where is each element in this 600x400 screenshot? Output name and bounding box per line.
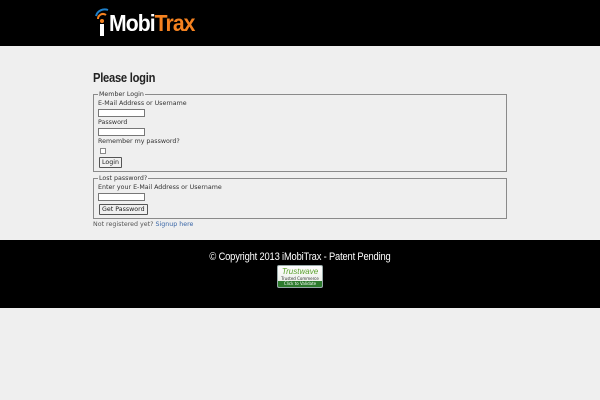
lost-email-input[interactable] (98, 193, 145, 201)
lost-password-fieldset: Lost password? Enter your E-Mail Address… (93, 175, 507, 219)
signup-link[interactable]: Signup here (155, 221, 193, 228)
trustwave-name: Trustwave (281, 267, 319, 276)
trustwave-validate: Click to Validate (278, 281, 322, 287)
register-line: Not registered yet? Signup here (93, 221, 507, 228)
password-input[interactable] (98, 128, 145, 136)
lost-password-legend: Lost password? (99, 175, 148, 182)
get-password-button[interactable]: Get Password (99, 204, 148, 215)
logo-trax: Trax (154, 10, 196, 36)
login-content: Please login Member Login E-Mail Address… (93, 70, 507, 228)
register-prefix: Not registered yet? (93, 221, 154, 228)
remember-password-label: Remember my password? (98, 138, 180, 145)
logo-wordmark: MobiTrax (109, 10, 195, 36)
logo-mobi: Mobi (109, 10, 156, 36)
member-login-fieldset: Member Login E-Mail Address or Username … (93, 91, 507, 172)
trustwave-badge[interactable]: Trustwave Trusted Commerce Click to Vali… (277, 265, 323, 288)
email-label: E-Mail Address or Username (98, 100, 187, 107)
email-username-input[interactable] (98, 109, 145, 117)
login-button[interactable]: Login (99, 157, 122, 168)
lost-email-label: Enter your E-Mail Address or Username (98, 184, 222, 191)
signal-icon (95, 8, 109, 36)
copyright-text: © Copyright 2013 iMobiTrax - Patent Pend… (209, 251, 391, 263)
member-login-legend: Member Login (99, 91, 144, 98)
imobitrax-logo[interactable]: MobiTrax (95, 6, 202, 38)
password-label: Password (98, 119, 128, 126)
page-title: Please login (93, 70, 156, 85)
site-header: MobiTrax (0, 0, 600, 46)
site-footer: © Copyright 2013 iMobiTrax - Patent Pend… (0, 240, 600, 308)
remember-password-checkbox[interactable] (100, 148, 106, 154)
